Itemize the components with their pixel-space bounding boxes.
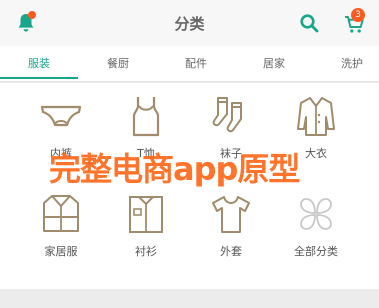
active-tab-indicator [0,77,78,79]
clover-icon [300,198,332,230]
category-label: 全部分类 [294,245,338,258]
category-all[interactable]: 全部分类 [271,181,361,273]
watermark-text: 完整电商app原型 [49,150,300,188]
category-shirt[interactable]: 衬衫 [101,181,191,273]
top-bar: 分类 3 [0,0,379,46]
tank-top-icon [132,97,160,137]
tab-care[interactable]: 洗护 [322,46,379,82]
search-icon[interactable] [299,13,319,33]
loungewear-icon [43,195,79,232]
tab-accessories[interactable]: 配件 [166,46,226,82]
underwear-icon [40,105,82,127]
tab-kitchen[interactable]: 餐厨 [88,46,148,82]
category-jacket[interactable]: 外套 [186,181,276,273]
tshirt-icon [212,196,250,233]
page-title: 分类 [174,15,205,33]
category-label: 衬衫 [135,245,157,258]
category-label: 家居服 [44,245,78,258]
bottom-spacer [0,289,379,308]
coat-icon [297,97,335,136]
socks-icon [212,97,242,133]
category-label: 外套 [220,245,242,258]
shirt-icon [129,196,163,233]
tab-home[interactable]: 居家 [244,46,304,82]
category-loungewear[interactable]: 家居服 [16,181,106,273]
cart-count-badge: 3 [351,8,365,22]
